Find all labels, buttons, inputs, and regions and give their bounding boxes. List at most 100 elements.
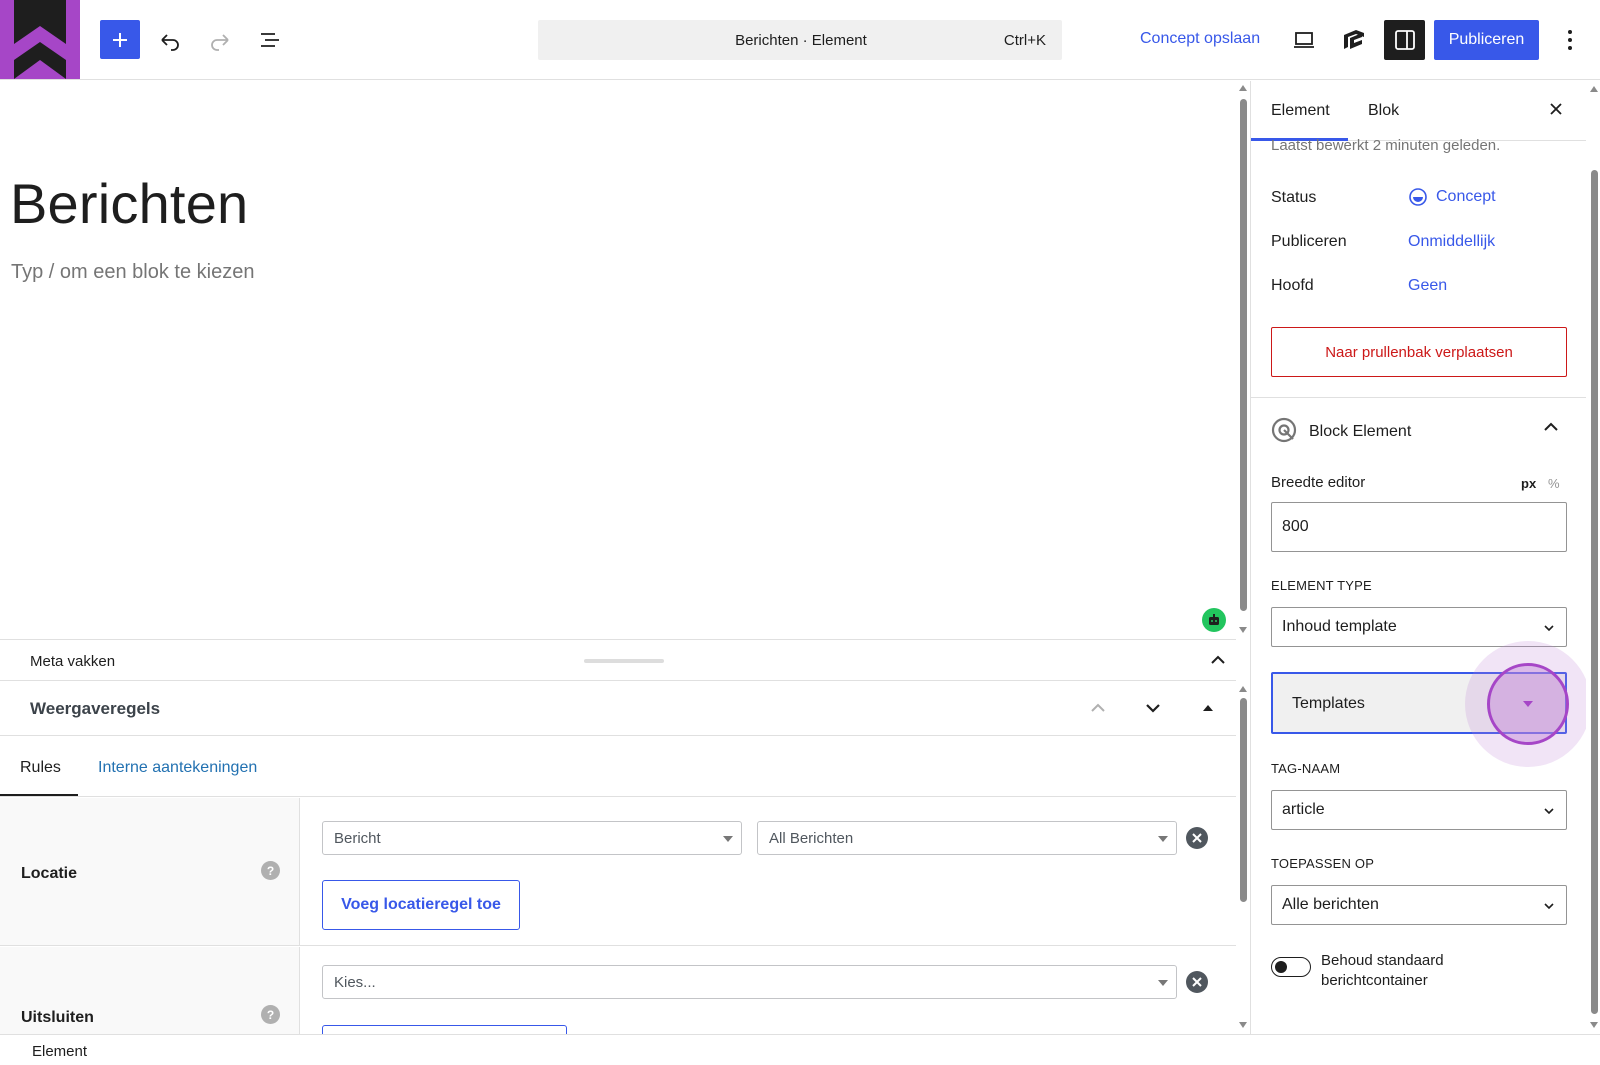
publish-label: Publiceren [1271,233,1347,250]
display-rules-panel-header[interactable]: Weergaveregels [0,681,1236,736]
exclude-select[interactable]: Kies... [322,965,1177,999]
block-placeholder[interactable]: Typ / om een blok te kiezen [11,261,254,284]
tab-rules[interactable]: Rules [20,759,61,777]
scroll-down-arrow-icon[interactable] [1239,627,1247,633]
dropdown-caret-icon [723,836,733,842]
chevron-up-icon[interactable] [1208,650,1228,670]
document-title: Berichten · Element [735,31,867,49]
section-divider [1251,397,1586,398]
chevron-down-icon [1544,808,1554,815]
select-value: article [1282,801,1325,818]
status-value[interactable]: Concept [1408,187,1496,207]
exclude-label: Uitsluiten [21,1009,94,1026]
tab-block[interactable]: Blok [1368,102,1399,120]
editor-width-input[interactable]: 800 [1271,502,1567,552]
keep-container-toggle[interactable] [1271,957,1311,977]
publish-button[interactable]: Publiceren [1434,20,1539,60]
remove-rule-icon[interactable] [1186,971,1208,993]
parent-value[interactable]: Geen [1408,277,1447,295]
undo-button[interactable] [150,20,190,60]
select-value: Bericht [334,829,381,847]
logo-icon [0,0,80,79]
publish-date-value[interactable]: Onmiddellijk [1408,233,1495,251]
chevron-up-icon[interactable] [1541,417,1561,437]
shortcut-hint: Ctrl+K [1003,31,1046,49]
rule-label-cell: Uitsluiten ? [0,947,300,1034]
sidebar-tabs: Element Blok [1251,81,1586,141]
scroll-up-arrow-icon[interactable] [1590,86,1598,92]
move-down-icon[interactable] [1143,698,1163,718]
tag-name-label: TAG-NAAM [1271,761,1341,776]
move-to-trash-button[interactable]: Naar prullenbak verplaatsen [1271,327,1567,377]
move-up-icon[interactable] [1088,698,1108,718]
desktop-icon [1294,32,1314,48]
block-element-title[interactable]: Block Element [1309,423,1411,441]
draft-status-icon [1409,188,1427,206]
ai-assistant-button[interactable] [1202,608,1226,632]
robot-icon [1209,614,1219,625]
redo-button[interactable] [200,20,240,60]
settings-sidebar-toggle[interactable] [1384,20,1425,60]
scrollbar-thumb[interactable] [1240,99,1247,611]
block-breadcrumb-bar: Element [0,1034,1600,1065]
click-highlight-ring[interactable] [1487,663,1569,745]
chevron-down-icon [1544,903,1554,910]
toggle-knob [1275,961,1287,973]
select-value: Kies... [334,973,376,991]
select-value: Inhoud template [1282,618,1397,635]
scroll-up-arrow-icon[interactable] [1239,686,1247,692]
add-block-button[interactable] [100,20,140,59]
command-palette-bar[interactable]: Berichten · Element Ctrl+K [538,20,1062,60]
apply-to-label: TOEPASSEN OP [1271,856,1375,871]
chevron-down-icon [1523,701,1533,707]
exclude-rule-row: Uitsluiten ? Kies... [0,947,1236,1034]
top-toolbar: Berichten · Element Ctrl+K Concept opsla… [0,0,1600,80]
dropdown-caret-icon [1158,836,1168,842]
scroll-down-arrow-icon[interactable] [1239,1022,1247,1028]
redo-icon [211,34,229,51]
close-icon [1192,977,1202,987]
collapse-triangle-icon[interactable] [1201,701,1215,715]
generatepress-button[interactable] [1334,20,1374,60]
settings-sidebar: Element Blok Laatst bewerkt 2 minuten ge… [1250,81,1586,1034]
list-view-icon [261,33,279,47]
kebab-menu-icon [1568,30,1572,50]
location-type-select[interactable]: Bericht [322,821,742,855]
resize-handle[interactable] [584,659,664,663]
tab-element[interactable]: Element [1271,102,1330,120]
sidebar-scrollbar[interactable] [1589,86,1599,1030]
preview-button[interactable] [1284,20,1324,60]
apply-to-select[interactable]: Alle berichten [1271,885,1567,925]
meta-scrollbar[interactable] [1238,686,1248,1030]
meta-boxes-header[interactable]: Meta vakken [0,639,1236,681]
add-location-rule-button[interactable]: Voeg locatieregel toe [322,880,520,930]
undo-icon [161,34,179,51]
scroll-up-arrow-icon[interactable] [1239,85,1247,91]
add-exclude-rule-button[interactable] [322,1025,567,1034]
scrollbar-thumb[interactable] [1240,698,1247,902]
active-tab-indicator [0,794,78,796]
document-overview-button[interactable] [250,20,290,60]
tag-name-select[interactable]: article [1271,790,1567,830]
meta-boxes-label: Meta vakken [30,653,116,670]
site-logo[interactable] [0,0,80,79]
remove-rule-icon[interactable] [1186,827,1208,849]
close-icon[interactable] [1545,98,1567,120]
more-options-button[interactable] [1554,20,1586,60]
unit-px-toggle[interactable]: px [1521,476,1536,491]
help-icon[interactable]: ? [261,1005,280,1024]
select-value: Alle berichten [1282,896,1379,913]
location-target-select[interactable]: All Berichten [757,821,1177,855]
element-type-label: ELEMENT TYPE [1271,578,1372,593]
scrollbar-thumb[interactable] [1591,170,1598,1014]
tab-internal-notes[interactable]: Interne aantekeningen [98,759,257,777]
help-icon[interactable]: ? [261,861,280,880]
post-title[interactable]: Berichten [10,171,248,236]
close-icon [1192,833,1202,843]
unit-percent-toggle[interactable]: % [1548,476,1560,491]
save-draft-button[interactable]: Concept opslaan [1140,30,1260,48]
rule-label-cell: Locatie ? [0,798,300,945]
scroll-down-arrow-icon[interactable] [1590,1022,1598,1028]
breadcrumb-item[interactable]: Element [32,1043,87,1060]
editor-scrollbar[interactable] [1238,85,1248,633]
